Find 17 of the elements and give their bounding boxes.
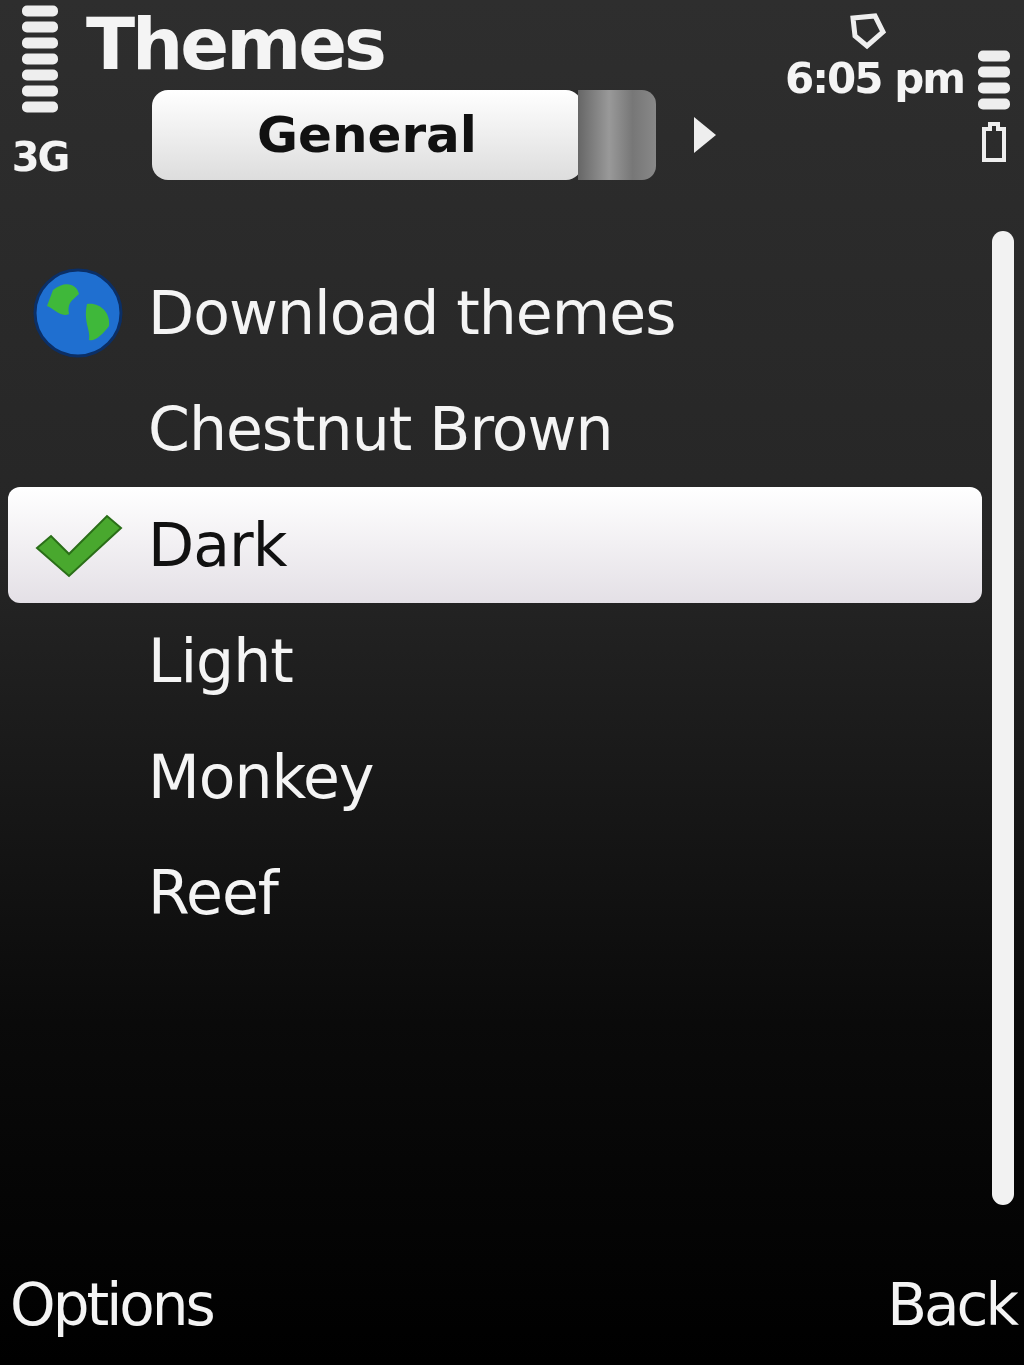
network-label: 3G bbox=[11, 134, 69, 180]
list-item[interactable]: Chestnut Brown bbox=[8, 371, 982, 487]
list-item[interactable]: Dark bbox=[8, 487, 982, 603]
options-softkey[interactable]: Options bbox=[10, 1271, 213, 1339]
signal-icon bbox=[22, 4, 58, 114]
list-item[interactable]: Reef bbox=[8, 835, 982, 951]
scrollbar[interactable] bbox=[992, 231, 1014, 1205]
back-softkey[interactable]: Back bbox=[887, 1271, 1016, 1339]
screen-title: Themes bbox=[86, 8, 385, 80]
battery-level-icon bbox=[978, 50, 1010, 110]
clock-time: 6:05 pm bbox=[785, 54, 964, 103]
globe-icon bbox=[33, 268, 123, 358]
next-tab-icon[interactable] bbox=[692, 115, 718, 155]
list-item[interactable]: Monkey bbox=[8, 719, 982, 835]
battery-icon bbox=[981, 122, 1007, 162]
list-item[interactable]: Light bbox=[8, 603, 982, 719]
list-item[interactable]: Download themes bbox=[8, 255, 982, 371]
